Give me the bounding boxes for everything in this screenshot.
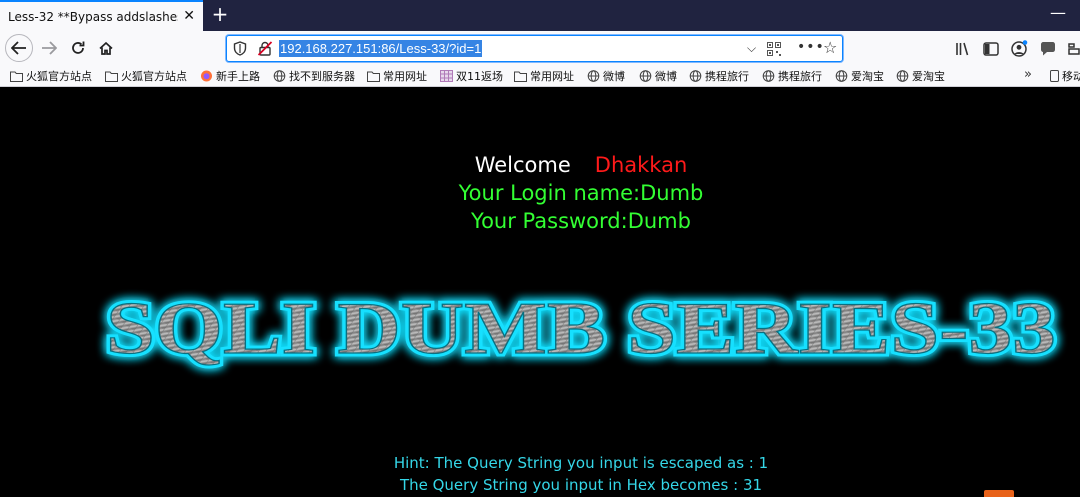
- bookmark-item[interactable]: 找不到服务器: [273, 68, 355, 84]
- globe-icon: [587, 70, 600, 82]
- account-icon[interactable]: [1010, 40, 1028, 58]
- bookmark-item[interactable]: 携程旅行: [689, 68, 749, 84]
- globe-icon: [896, 70, 909, 82]
- welcome-text: Welcome: [474, 153, 571, 177]
- bookmark-item[interactable]: 爱淘宝: [896, 68, 945, 84]
- extension-icon[interactable]: [1066, 40, 1080, 58]
- password-text: Your Password:Dumb: [471, 209, 691, 233]
- page-content: Welcome Dhakkan Your Login name:Dumb Your…: [0, 87, 1080, 497]
- url-dropdown-icon[interactable]: ⌵: [747, 41, 756, 56]
- bookmark-item[interactable]: 常用网址: [514, 68, 574, 84]
- globe-icon: [639, 70, 652, 82]
- bookmark-item[interactable]: 双11返场: [440, 68, 503, 84]
- bookmark-item[interactable]: 微博: [587, 68, 625, 84]
- firefox-icon: [201, 70, 212, 82]
- bookmark-item[interactable]: 新手上路: [200, 68, 260, 84]
- folder-icon: [367, 71, 380, 82]
- navigation-bar: 192.168.227.151:86/Less-33/?id=1 ⌵ ••• ☆: [0, 31, 1080, 65]
- globe-icon: [689, 70, 702, 82]
- reload-button[interactable]: [65, 36, 91, 60]
- tab-strip: Less-32 **Bypass addslashes()** ✕ + —: [0, 0, 1080, 31]
- new-tab-button[interactable]: +: [207, 3, 233, 27]
- bookmarks-toolbar: 火狐官方站点 火狐官方站点 新手上路 找不到服务器 常用网址 双11返场 常用网…: [0, 65, 1080, 87]
- login-name: Your Login name:Dumb: [458, 181, 704, 205]
- library-icon[interactable]: [954, 40, 972, 58]
- back-button[interactable]: [5, 34, 33, 62]
- bookmark-star-icon[interactable]: ☆: [823, 39, 837, 57]
- tab-close-icon[interactable]: ✕: [183, 9, 195, 23]
- hint-hex: The Query String you input in Hex become…: [399, 476, 763, 494]
- chat-icon[interactable]: [1039, 40, 1057, 58]
- user-name: Dhakkan: [594, 153, 688, 177]
- page-actions-menu-icon[interactable]: •••: [797, 39, 825, 55]
- globe-icon: [273, 70, 286, 82]
- bookmark-item[interactable]: 爱淘宝: [835, 68, 884, 84]
- qr-code-icon[interactable]: [767, 42, 781, 56]
- reload-icon: [72, 41, 85, 54]
- sidebar-icon[interactable]: [982, 40, 1000, 58]
- sqli-banner: SQLI DUMB SERIES-33 SQLI DUMB SERIES-33: [103, 285, 1060, 374]
- welcome-line: Welcome Dhakkan: [0, 153, 1080, 177]
- mobile-phone-icon: [1050, 70, 1059, 82]
- address-bar[interactable]: 192.168.227.151:86/Less-33/?id=1 ⌵ ••• ☆: [226, 35, 843, 62]
- grid-icon: [440, 70, 453, 82]
- tab-active[interactable]: Less-32 **Bypass addslashes()** ✕: [0, 0, 203, 31]
- forward-button[interactable]: [36, 36, 62, 60]
- forward-arrow-icon: [42, 41, 57, 55]
- minimize-button[interactable]: —: [1050, 4, 1066, 22]
- hint-escaped: Hint: The Query String you input is esca…: [393, 454, 769, 472]
- tracking-shield-icon[interactable]: [233, 41, 247, 56]
- home-icon: [99, 41, 113, 55]
- home-button[interactable]: [93, 36, 119, 60]
- corner-badge: [984, 490, 1014, 497]
- bookmark-item[interactable]: 火狐官方站点: [10, 68, 92, 84]
- bookmark-item[interactable]: 常用网址: [367, 68, 427, 84]
- bookmark-item[interactable]: 微博: [639, 68, 677, 84]
- folder-icon: [10, 71, 23, 82]
- back-arrow-icon: [11, 41, 26, 55]
- bookmark-item[interactable]: 火狐官方站点: [105, 68, 187, 84]
- bookmark-item[interactable]: 携程旅行: [762, 68, 822, 84]
- url-text[interactable]: 192.168.227.151:86/Less-33/?id=1: [279, 40, 483, 57]
- bookmarks-overflow-icon[interactable]: »: [1024, 67, 1032, 82]
- globe-icon: [762, 70, 775, 82]
- folder-icon: [105, 71, 118, 82]
- tab-title: Less-32 **Bypass addslashes()**: [8, 9, 178, 24]
- insecure-lock-icon[interactable]: [257, 41, 273, 56]
- globe-icon: [835, 70, 848, 82]
- mobile-bookmarks[interactable]: 移动: [1050, 68, 1080, 84]
- banner-text: SQLI DUMB SERIES-33: [106, 288, 1056, 370]
- folder-icon: [514, 71, 527, 82]
